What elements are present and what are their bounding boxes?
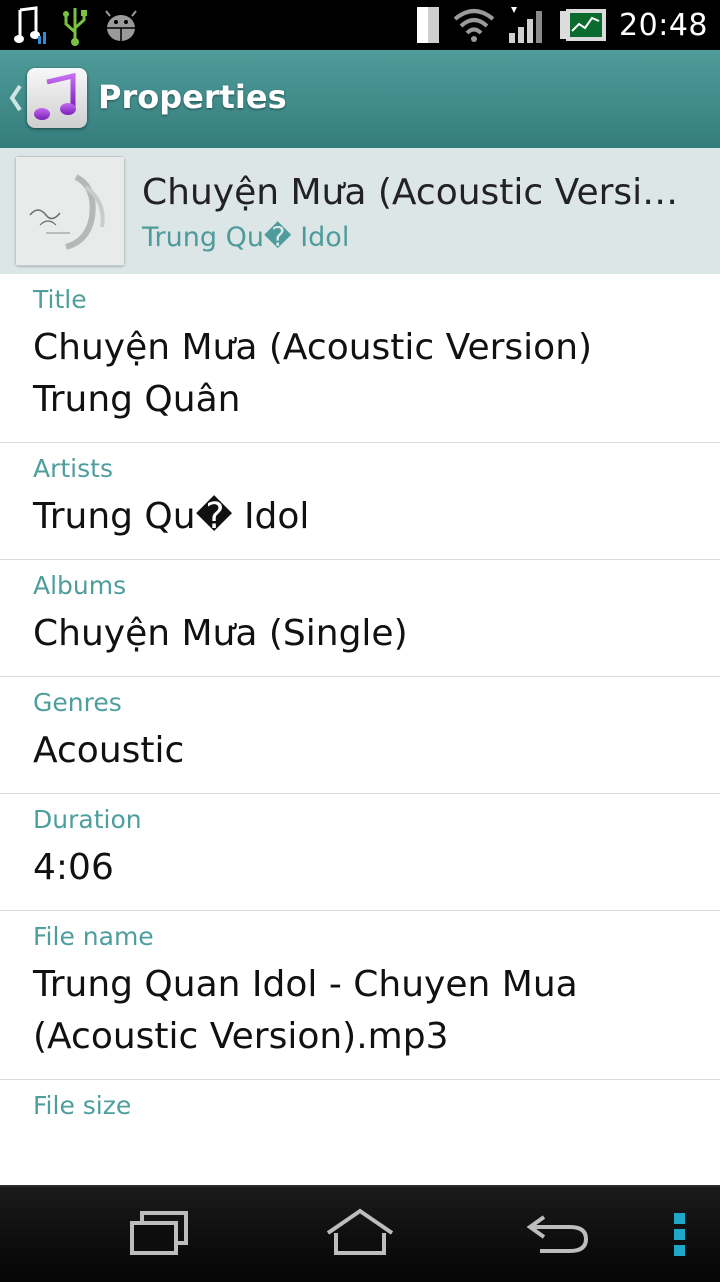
property-label: Duration xyxy=(33,805,142,834)
property-title: Title Chuyện Mưa (Acoustic Version) Trun… xyxy=(0,274,720,443)
property-albums: Albums Chuyện Mưa (Single) xyxy=(0,560,720,677)
clock: 20:48 xyxy=(619,7,708,43)
home-icon[interactable] xyxy=(322,1205,398,1261)
property-duration: Duration 4:06 xyxy=(0,794,720,911)
song-artist: Trung Qu� Idol xyxy=(142,222,350,253)
property-value: Trung Quan Idol - Chuyen Mua (Acoustic V… xyxy=(33,964,578,1057)
album-art-image xyxy=(16,157,124,265)
navigation-bar xyxy=(0,1185,720,1282)
property-label: File size xyxy=(33,1091,132,1120)
property-value: Acoustic xyxy=(33,730,185,771)
property-label: Genres xyxy=(33,688,122,717)
recent-apps-icon[interactable] xyxy=(124,1205,194,1261)
song-header: Chuyện Mưa (Acoustic Versi… Trung Qu� Id… xyxy=(0,148,720,274)
android-debug-icon xyxy=(105,10,137,41)
back-icon[interactable] xyxy=(522,1205,592,1261)
property-file-name: File name Trung Quan Idol - Chuyen Mua (… xyxy=(0,911,720,1080)
properties-list: Title Chuyện Mưa (Acoustic Version) Trun… xyxy=(0,274,720,1144)
status-bar: 20:48 xyxy=(0,0,720,50)
music-note-icon xyxy=(14,6,46,44)
property-label: File name xyxy=(33,922,154,951)
app-icon[interactable] xyxy=(27,68,87,128)
notification-icons xyxy=(14,6,140,46)
property-value: Chuyện Mưa (Acoustic Version) Trung Quân xyxy=(33,327,593,420)
up-caret-icon[interactable] xyxy=(6,78,26,118)
property-value: Chuyện Mưa (Single) xyxy=(33,613,408,654)
property-label: Artists xyxy=(33,454,113,483)
property-file-size: File size xyxy=(0,1080,720,1144)
property-artists: Artists Trung Qu� Idol xyxy=(0,443,720,560)
music-note-icon xyxy=(34,72,76,120)
property-value: 4:06 xyxy=(33,847,114,888)
usb-icon xyxy=(63,8,87,46)
sim-card-icon xyxy=(417,7,440,43)
song-title: Chuyện Mưa (Acoustic Versi… xyxy=(142,172,679,213)
property-label: Title xyxy=(33,285,87,314)
battery-icon xyxy=(560,9,607,41)
page-title: Properties xyxy=(98,78,287,116)
action-bar: Properties xyxy=(0,50,720,150)
overflow-menu-icon[interactable] xyxy=(668,1205,692,1261)
property-label: Albums xyxy=(33,571,127,600)
album-art-thumbnail xyxy=(15,156,125,266)
system-icons: 20:48 xyxy=(415,4,708,46)
property-value: Trung Qu� Idol xyxy=(33,496,310,537)
wifi-icon xyxy=(453,9,495,42)
signal-icon xyxy=(509,7,543,43)
property-genres: Genres Acoustic xyxy=(0,677,720,794)
